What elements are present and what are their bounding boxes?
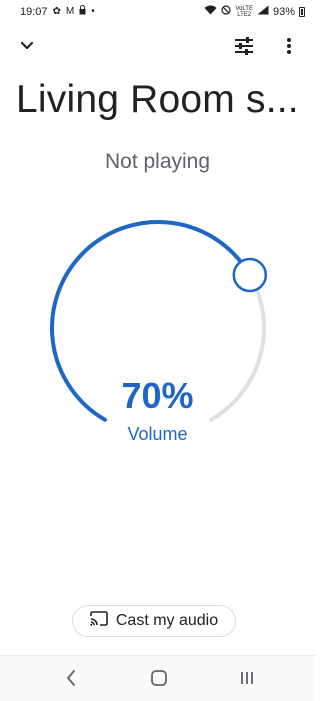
do-not-disturb-icon bbox=[221, 5, 231, 18]
gmail-icon: M bbox=[65, 6, 75, 17]
wifi-icon bbox=[204, 5, 217, 18]
toolbar bbox=[0, 30, 315, 66]
network-label-bottom: LTE2 bbox=[237, 11, 252, 18]
volume-dial[interactable] bbox=[0, 200, 315, 460]
cast-icon bbox=[90, 611, 108, 631]
lock-icon bbox=[79, 5, 86, 19]
volume-label: Volume bbox=[127, 424, 188, 444]
battery-icon bbox=[299, 6, 305, 17]
device-name: Living Room s... bbox=[16, 78, 299, 121]
equalizer-icon[interactable] bbox=[228, 30, 260, 62]
volume-dial-graphic bbox=[50, 220, 268, 422]
status-right: VoLTE LTE2 93% bbox=[204, 5, 305, 18]
navigation-bar bbox=[0, 655, 315, 701]
back-icon[interactable] bbox=[57, 666, 85, 690]
network-type: VoLTE LTE2 bbox=[235, 6, 253, 18]
status-left: 19:07 ✿ M • bbox=[20, 5, 95, 19]
signal-icon bbox=[257, 5, 269, 18]
recents-icon[interactable] bbox=[233, 666, 261, 690]
playback-status: Not playing bbox=[104, 150, 211, 173]
cast-my-audio-button[interactable]: Cast my audio bbox=[72, 605, 236, 637]
battery-percent: 93% bbox=[272, 5, 295, 18]
home-icon[interactable] bbox=[145, 666, 173, 690]
volume-knob bbox=[232, 257, 268, 293]
chevron-down-icon[interactable] bbox=[11, 30, 43, 62]
volume-value: 70% bbox=[121, 375, 194, 416]
status-bar: 19:07 ✿ M • VoLTE LTE2 93% bbox=[0, 0, 315, 24]
status-time: 19:07 bbox=[20, 6, 48, 18]
gear-icon: ✿ bbox=[52, 6, 61, 17]
cast-button-label: Cast my audio bbox=[115, 612, 219, 629]
dot-icon: • bbox=[91, 6, 95, 17]
more-vert-icon[interactable] bbox=[273, 30, 305, 62]
